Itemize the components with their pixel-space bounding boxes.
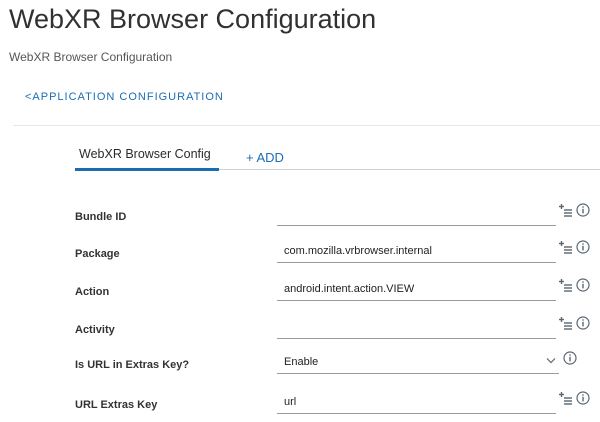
page-subtitle: WebXR Browser Configuration (9, 50, 173, 64)
field-label-url-extras-key: URL Extras Key (75, 399, 158, 411)
info-circle-icon[interactable] (576, 203, 590, 217)
url-extras-key-input[interactable] (277, 390, 556, 414)
is-url-in-extras-key-select[interactable]: Enable (277, 350, 559, 374)
add-tab-button[interactable]: + ADD (246, 150, 284, 165)
field-label-bundle-id: Bundle ID (75, 211, 127, 223)
field-row-action: Action (0, 273, 600, 309)
info-circle-icon[interactable] (576, 278, 590, 292)
field-row-url-extras-key: URL Extras Key (0, 386, 600, 422)
insert-lookup-value-icon[interactable] (558, 240, 573, 254)
field-label-action: Action (75, 286, 110, 298)
select-value: Enable (284, 356, 319, 368)
insert-lookup-value-icon[interactable] (558, 278, 573, 292)
field-label-is-url-in-extras-key: Is URL in Extras Key? (75, 359, 190, 371)
field-row-is-url-in-extras-key: Is URL in Extras Key? Enable (0, 346, 600, 382)
field-label-activity: Activity (75, 324, 115, 336)
field-label-package: Package (75, 248, 120, 260)
tab-webxr-browser-config[interactable]: WebXR Browser Config (75, 140, 219, 171)
field-row-package: Package (0, 235, 600, 271)
info-circle-icon[interactable] (576, 240, 590, 254)
info-circle-icon[interactable] (563, 351, 577, 365)
insert-lookup-value-icon[interactable] (558, 391, 573, 405)
insert-lookup-value-icon[interactable] (558, 316, 573, 330)
breadcrumb-back-link[interactable]: <APPLICATION CONFIGURATION (25, 91, 224, 103)
field-row-activity: Activity (0, 311, 600, 347)
action-input[interactable] (277, 277, 556, 301)
tab-label: WebXR Browser Config (79, 147, 211, 161)
insert-lookup-value-icon[interactable] (558, 203, 573, 217)
field-row-bundle-id: Bundle ID (0, 198, 600, 234)
bundle-id-input[interactable] (277, 202, 556, 226)
package-input[interactable] (277, 239, 556, 263)
info-circle-icon[interactable] (576, 316, 590, 330)
chevron-down-icon (546, 357, 556, 364)
page-title: WebXR Browser Configuration (9, 4, 377, 34)
activity-input[interactable] (277, 315, 556, 339)
info-circle-icon[interactable] (576, 391, 590, 405)
section-divider (13, 125, 600, 126)
